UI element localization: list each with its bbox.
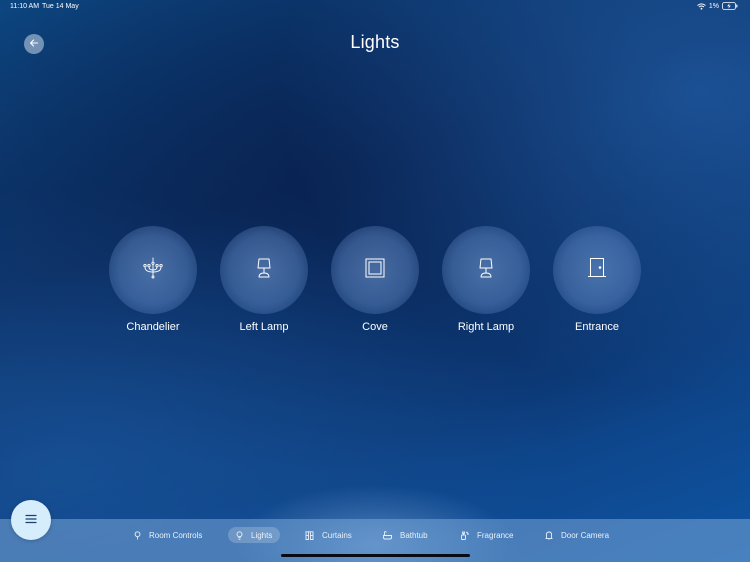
tab-label: Door Camera [561, 530, 610, 540]
tab-label: Room Controls [149, 530, 203, 540]
chandelier-icon [142, 257, 164, 284]
status-date: Tue 14 May [42, 3, 79, 10]
tab-room-controls[interactable]: Room Controls [126, 527, 210, 543]
status-indicators: 1% [697, 2, 738, 10]
page-title: Lights [350, 32, 400, 52]
tab-lights[interactable]: Lights [228, 527, 281, 543]
light-label: Cove [362, 321, 388, 333]
light-button-left-lamp[interactable] [220, 226, 308, 314]
wifi-icon [697, 2, 706, 10]
light-label: Chandelier [126, 321, 180, 333]
door-icon [587, 257, 607, 284]
battery-percent: 1% [708, 2, 719, 10]
fragrance-icon [460, 531, 469, 540]
light-tile-entrance[interactable]: Entrance [547, 226, 647, 333]
pin-icon [134, 530, 141, 540]
status-bar: 11:10 AM Tue 14 May 1% [0, 0, 750, 14]
home-indicator [281, 554, 470, 557]
light-label: Right Lamp [457, 321, 515, 333]
light-label: Left Lamp [239, 321, 289, 333]
menu-button[interactable] [11, 500, 51, 540]
tab-label: Lights [251, 530, 273, 540]
tab-fragrance[interactable]: Fragrance [452, 527, 521, 543]
status-time: 11:10 AM [10, 3, 40, 10]
hamburger-icon [25, 511, 37, 529]
tab-door-camera[interactable]: Door Camera [537, 527, 617, 543]
tab-bathtub[interactable]: Bathtub [375, 527, 436, 543]
light-tile-cove[interactable]: Cove [325, 226, 425, 333]
light-tile-left-lamp[interactable]: Left Lamp [214, 226, 314, 333]
bulb-icon [236, 530, 243, 540]
light-tile-chandelier[interactable]: Chandelier [103, 226, 203, 333]
bell-icon [545, 531, 553, 540]
light-button-right-lamp[interactable] [442, 226, 530, 314]
light-button-chandelier[interactable] [109, 226, 197, 314]
light-tile-right-lamp[interactable]: Right Lamp [436, 226, 536, 333]
light-label: Entrance [574, 321, 620, 333]
cove-light-icon [364, 257, 386, 284]
battery-charging-icon [722, 2, 738, 10]
tab-label: Fragrance [477, 530, 514, 540]
light-button-entrance[interactable] [553, 226, 641, 314]
table-lamp-icon [254, 257, 274, 284]
curtains-icon [305, 530, 314, 540]
light-button-cove[interactable] [331, 226, 419, 314]
bathtub-icon [383, 530, 392, 540]
tab-curtains[interactable]: Curtains [297, 527, 360, 543]
tab-label: Bathtub [400, 530, 428, 540]
tab-label: Curtains [322, 530, 352, 540]
table-lamp-icon [476, 257, 496, 284]
